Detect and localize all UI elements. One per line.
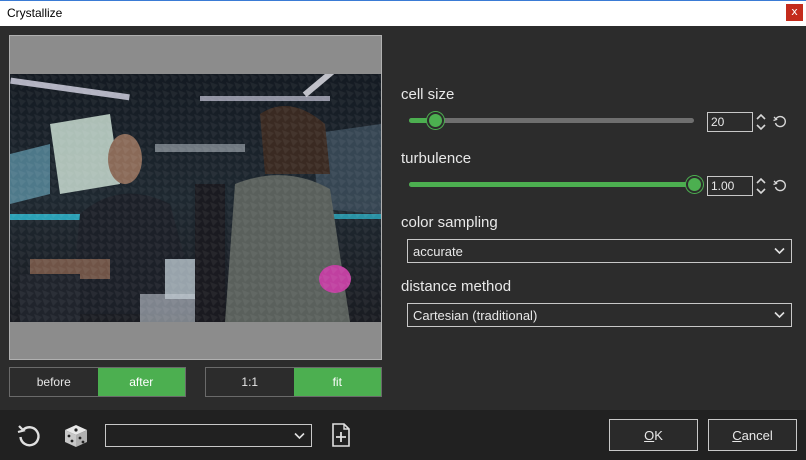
- cell-size-spin-icon[interactable]: [756, 112, 766, 132]
- turbulence-spin-icon[interactable]: [756, 176, 766, 196]
- distance-method-value: Cartesian (traditional): [413, 308, 538, 323]
- title-bar: Crystallize x: [0, 0, 806, 26]
- preset-select[interactable]: [105, 424, 312, 447]
- chevron-down-icon: [774, 247, 785, 255]
- turbulence-input[interactable]: 1.00: [707, 176, 753, 196]
- cell-size-slider-thumb[interactable]: [426, 112, 444, 129]
- close-button[interactable]: x: [786, 4, 803, 21]
- cell-size-input[interactable]: 20: [707, 112, 753, 132]
- cell-size-label: cell size: [401, 86, 455, 103]
- color-sampling-select[interactable]: accurate: [407, 239, 792, 263]
- zoom-toggle: 1:1 fit: [205, 367, 382, 397]
- window-title: Crystallize: [7, 6, 63, 20]
- cell-size-slider[interactable]: [409, 112, 694, 129]
- reset-icon[interactable]: [16, 423, 42, 449]
- cell-size-reset-icon[interactable]: [773, 115, 787, 129]
- turbulence-slider-fill: [409, 182, 694, 187]
- zoom-fit-option[interactable]: fit: [293, 368, 381, 396]
- turbulence-slider[interactable]: [409, 176, 703, 193]
- distance-method-select[interactable]: Cartesian (traditional): [407, 303, 792, 327]
- color-sampling-value: accurate: [413, 244, 463, 259]
- new-preset-icon[interactable]: [331, 423, 351, 447]
- chevron-down-icon: [294, 432, 305, 440]
- ok-button[interactable]: OK: [609, 419, 698, 451]
- after-option[interactable]: after: [97, 368, 185, 396]
- color-sampling-label: color sampling: [401, 214, 498, 231]
- turbulence-reset-icon[interactable]: [773, 179, 787, 193]
- chevron-down-icon: [774, 311, 785, 319]
- bottom-bar: OK Cancel: [0, 410, 806, 460]
- dialog-body: before after 1:1 fit cell size 20 turbul…: [0, 26, 806, 410]
- preview-image: [10, 74, 381, 322]
- preview-area[interactable]: [9, 35, 382, 360]
- turbulence-label: turbulence: [401, 150, 472, 167]
- zoom-1to1-option[interactable]: 1:1: [206, 368, 294, 396]
- distance-method-label: distance method: [401, 278, 512, 295]
- turbulence-slider-thumb[interactable]: [686, 176, 703, 193]
- before-after-toggle: before after: [9, 367, 186, 397]
- dice-icon[interactable]: [63, 423, 89, 449]
- before-option[interactable]: before: [10, 368, 98, 396]
- cancel-button[interactable]: Cancel: [708, 419, 797, 451]
